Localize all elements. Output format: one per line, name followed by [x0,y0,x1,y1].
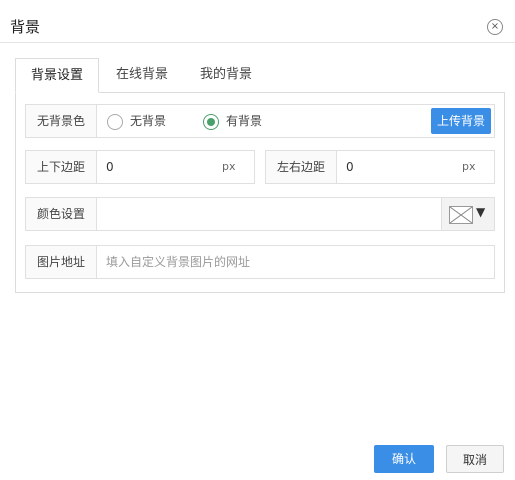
image-url-row: 图片地址 填入自定义背景图片的网址 [25,245,495,279]
horizontal-margin-row: 左右边距 0 px [265,150,495,184]
radio-has-background-label[interactable]: 有背景 [226,105,262,137]
radio-has-background[interactable] [203,114,219,130]
tab-my-backgrounds[interactable]: 我的背景 [187,58,265,91]
tab-bar: 背景设置 在线背景 我的背景 [15,58,503,93]
empty-color-swatch-icon[interactable] [449,206,473,224]
dialog-title: 背景 [10,18,41,36]
horizontal-margin-input[interactable]: 0 [346,151,354,183]
vertical-margin-row: 上下边距 0 px [25,150,255,184]
vertical-margin-input[interactable]: 0 [106,151,114,183]
color-picker[interactable]: ▼ [441,198,494,230]
upload-background-button[interactable]: 上传背景 [431,108,491,134]
radio-no-background[interactable] [107,114,123,130]
color-label: 颜色设置 [26,198,97,230]
background-dialog: 背景 × 背景设置 在线背景 我的背景 无背景色 无背景 有背景 上传背景 上下… [0,0,515,480]
tab-online-backgrounds[interactable]: 在线背景 [103,58,181,91]
chevron-down-icon[interactable]: ▼ [476,205,485,219]
vertical-margin-unit: px [222,160,236,173]
image-url-input[interactable]: 填入自定义背景图片的网址 [106,246,250,278]
tab-background-settings[interactable]: 背景设置 [15,58,99,93]
image-url-label: 图片地址 [26,246,97,278]
horizontal-margin-label: 左右边距 [266,151,337,183]
cancel-button[interactable]: 取消 [446,445,504,473]
close-icon[interactable]: × [487,19,503,35]
radio-no-background-label[interactable]: 无背景 [130,105,166,137]
confirm-button[interactable]: 确认 [374,445,434,473]
settings-panel: 无背景色 无背景 有背景 上传背景 上下边距 0 px 左右边距 0 px 颜色… [15,92,505,293]
background-mode-label: 无背景色 [26,105,97,137]
color-row: 颜色设置 ▼ [25,197,495,231]
vertical-margin-label: 上下边距 [26,151,97,183]
background-mode-row: 无背景色 无背景 有背景 上传背景 [25,104,495,138]
horizontal-margin-unit: px [462,160,476,173]
dialog-titlebar: 背景 × [0,0,515,43]
